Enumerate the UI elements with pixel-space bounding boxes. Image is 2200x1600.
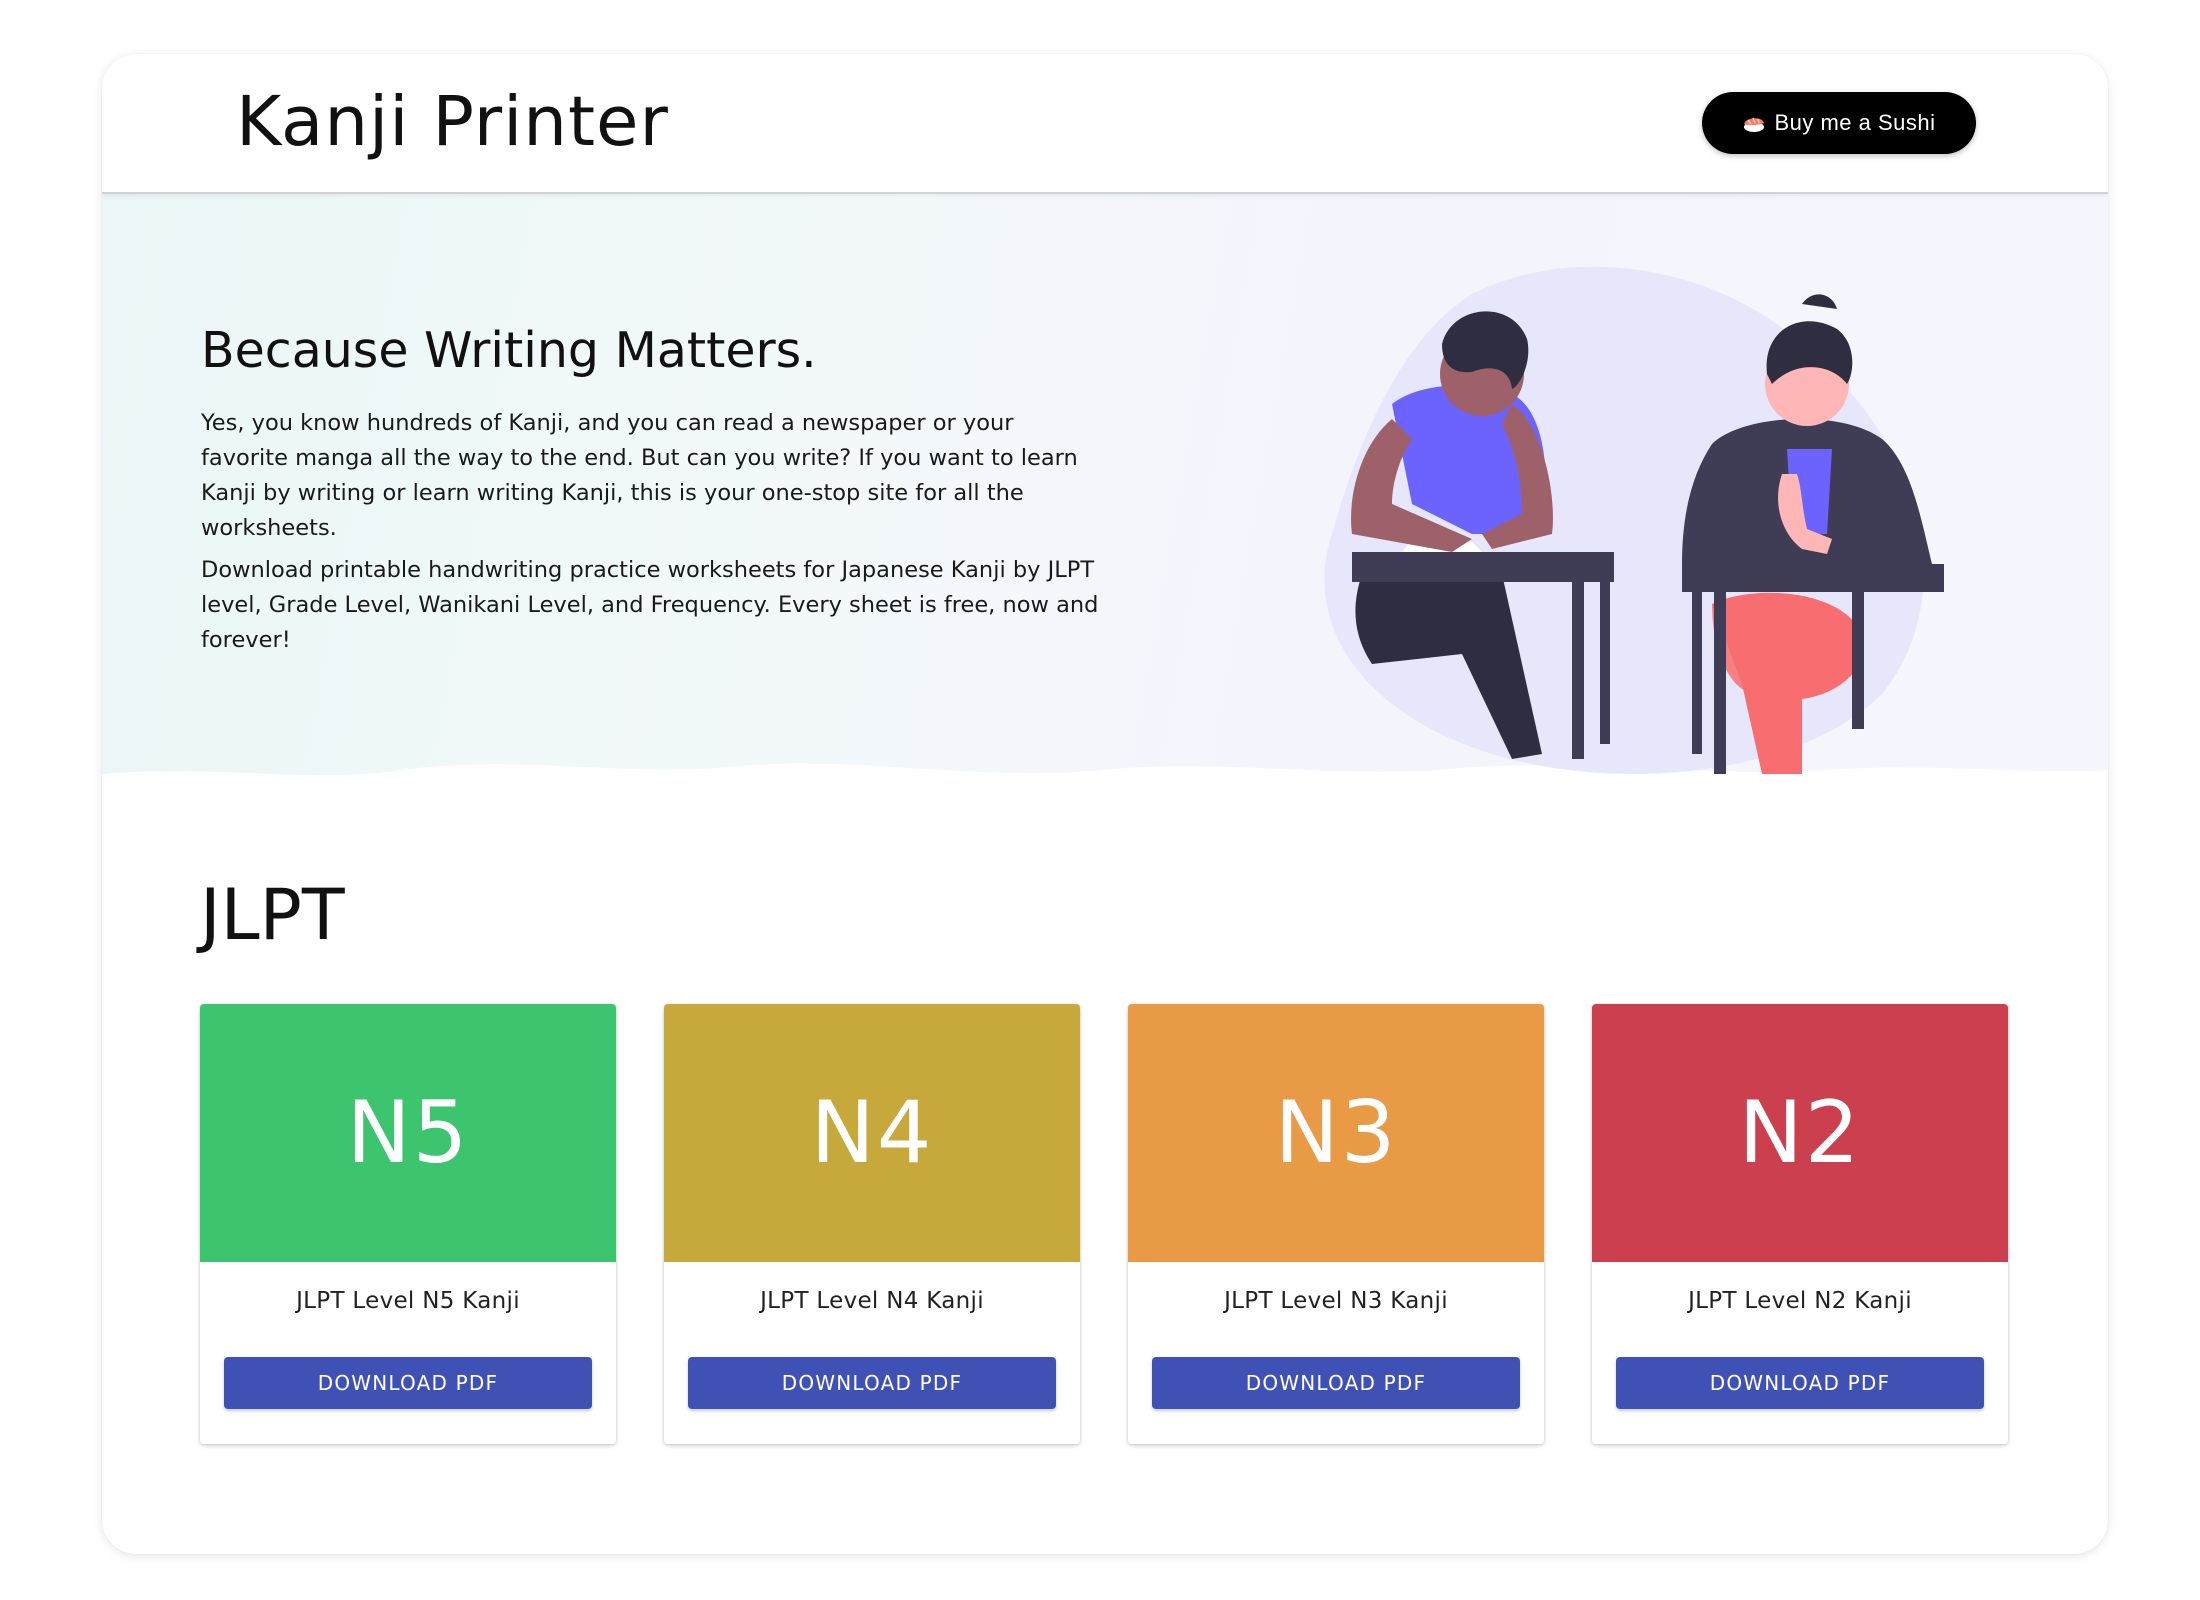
- card-banner[interactable]: N3: [1128, 1004, 1544, 1262]
- hero-paragraph: Yes, you know hundreds of Kanji, and you…: [201, 410, 1078, 541]
- jlpt-card-n2: N2 JLPT Level N2 Kanji DOWNLOAD PDF: [1592, 1004, 2008, 1444]
- card-label: JLPT Level N3 Kanji: [1224, 1288, 1448, 1314]
- card-banner[interactable]: N5: [200, 1004, 616, 1262]
- download-pdf-button[interactable]: DOWNLOAD PDF: [224, 1357, 592, 1409]
- hero-section: Because Writing Matters. Yes, you know h…: [102, 194, 2108, 834]
- jlpt-card-grid: N5 JLPT Level N5 Kanji DOWNLOAD PDF N4 J…: [200, 1004, 2010, 1454]
- card-label: JLPT Level N5 Kanji: [296, 1288, 520, 1314]
- sushi-icon: [1744, 117, 1765, 132]
- download-pdf-button[interactable]: DOWNLOAD PDF: [1152, 1357, 1520, 1409]
- students-writing-illustration: [1324, 266, 1944, 774]
- card-label: JLPT Level N4 Kanji: [760, 1288, 984, 1314]
- buy-me-a-sushi-label: Buy me a Sushi: [1774, 110, 1936, 135]
- site-title[interactable]: Kanji Printer: [236, 82, 669, 162]
- download-pdf-button[interactable]: DOWNLOAD PDF: [688, 1357, 1056, 1409]
- jlpt-card-n3: N3 JLPT Level N3 Kanji DOWNLOAD PDF: [1128, 1004, 1544, 1444]
- card-banner[interactable]: N2: [1592, 1004, 2008, 1262]
- app-window: Kanji Printer Buy me a Sushi Because Wri…: [102, 54, 2108, 1554]
- buy-me-a-sushi-button[interactable]: Buy me a Sushi: [1702, 92, 1976, 154]
- card-banner[interactable]: N4: [664, 1004, 1080, 1262]
- download-pdf-button[interactable]: DOWNLOAD PDF: [1616, 1357, 1984, 1409]
- site-header: Kanji Printer Buy me a Sushi: [102, 54, 2108, 194]
- hero-title: Because Writing Matters.: [201, 322, 817, 379]
- jlpt-card-n4: N4 JLPT Level N4 Kanji DOWNLOAD PDF: [664, 1004, 1080, 1444]
- hero-paragraph: Download printable handwriting practice …: [201, 557, 1099, 653]
- jlpt-section-title: JLPT: [200, 874, 345, 956]
- card-label: JLPT Level N2 Kanji: [1688, 1288, 1912, 1314]
- hero-description: Yes, you know hundreds of Kanji, and you…: [201, 406, 1101, 665]
- jlpt-card-n5: N5 JLPT Level N5 Kanji DOWNLOAD PDF: [200, 1004, 616, 1444]
